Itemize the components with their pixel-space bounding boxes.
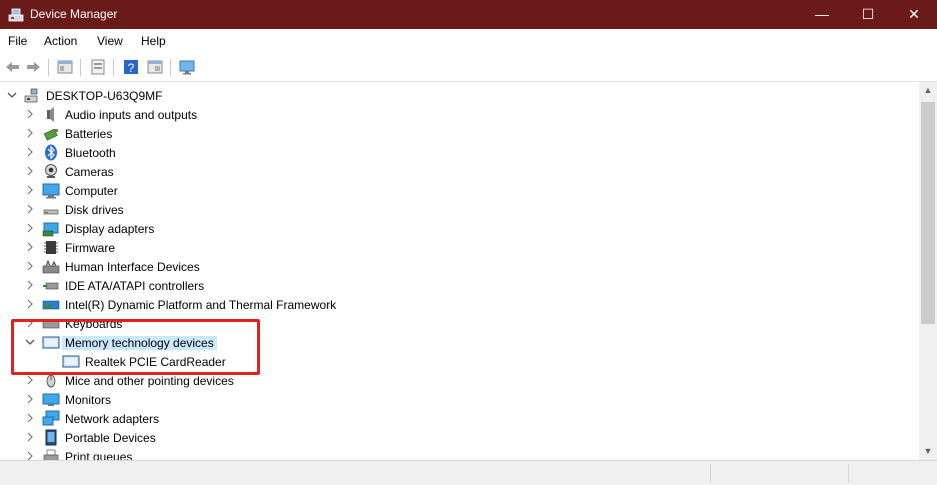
chevron-right-icon[interactable] [24,108,36,120]
chevron-right-icon[interactable] [24,127,36,139]
tree-item-hid[interactable]: Human Interface Devices [0,257,919,276]
network-adapter-icon [42,410,60,426]
device-manager-icon [8,8,24,22]
tree-item-network-adapters[interactable]: Network adapters [0,409,919,428]
monitor-icon[interactable] [178,58,196,76]
window-title: Device Manager [30,7,118,21]
scroll-down-arrow-icon[interactable]: ▼ [919,443,937,460]
display-adapter-icon [42,222,59,237]
minimize-button[interactable]: — [799,0,845,29]
firmware-icon [44,241,58,254]
tree-item-label: Network adapters [65,412,160,426]
title-bar: Device Manager — ☐ ✕ [0,0,937,29]
chevron-right-icon[interactable] [24,450,36,460]
status-divider [848,464,849,482]
menu-help[interactable]: Help [141,34,166,48]
toolbar: ? [0,54,937,82]
menu-bar: File Action View Help [0,29,937,54]
chevron-right-icon[interactable] [24,431,36,443]
computer-icon [42,183,60,199]
hid-icon [42,259,60,274]
chevron-right-icon[interactable] [24,279,36,291]
tree-item-label: Cameras [65,165,114,179]
tree-item-computer[interactable]: Computer [0,181,919,200]
vertical-scrollbar[interactable]: ▲ ▼ [919,82,937,460]
camera-icon [45,164,57,178]
tree-item-intel-thermal[interactable]: Intel(R) Dynamic Platform and Thermal Fr… [0,295,919,314]
battery-icon [43,128,58,141]
computer-root-icon [24,88,38,103]
menu-view[interactable]: View [97,34,123,48]
tree-item-label: Batteries [65,127,113,141]
chevron-right-icon[interactable] [24,146,36,158]
chevron-right-icon[interactable] [24,393,36,405]
chevron-right-icon[interactable] [24,241,36,253]
tree-item-label: Print queues [65,450,133,460]
tree-item-portable-devices[interactable]: Portable Devices [0,428,919,447]
tree-item-label: Firmware [65,241,115,255]
maximize-button[interactable]: ☐ [845,0,891,29]
tree-root[interactable]: DESKTOP-U63Q9MF [0,86,919,105]
scroll-up-arrow-icon[interactable]: ▲ [919,82,937,99]
device-tree: DESKTOP-U63Q9MF Audio inputs and outputs… [0,82,919,460]
tree-item-label: Monitors [65,393,112,407]
toolbar-separator [80,59,81,76]
toolbar-separator [48,59,49,76]
forward-arrow-icon[interactable] [24,58,42,76]
chevron-right-icon[interactable] [24,298,36,310]
tree-item-label: Intel(R) Dynamic Platform and Thermal Fr… [65,298,337,312]
menu-file[interactable]: File [8,34,27,48]
status-divider [710,464,711,482]
properties-icon[interactable] [56,58,74,76]
tree-item-label: Computer [65,184,118,198]
portable-device-icon [45,429,57,446]
tree-item-batteries[interactable]: Batteries [0,124,919,143]
tree-item-label: Bluetooth [65,146,116,160]
highlight-box [11,319,260,375]
tree-item-label: Portable Devices [65,431,156,445]
tree-item-label: Mice and other pointing devices [65,374,234,388]
update-driver-icon[interactable] [89,58,107,76]
svg-text:?: ? [128,61,135,75]
tree-item-bluetooth[interactable]: Bluetooth [0,143,919,162]
tree-item-firmware[interactable]: Firmware [0,238,919,257]
tree-item-disk-drives[interactable]: Disk drives [0,200,919,219]
chevron-right-icon[interactable] [24,222,36,234]
chevron-right-icon[interactable] [24,374,36,386]
printer-icon [43,449,59,460]
tree-item-label: Disk drives [65,203,124,217]
disk-drive-icon [43,209,59,215]
tree-item-label: Display adapters [65,222,155,236]
chevron-right-icon[interactable] [24,203,36,215]
bluetooth-icon [45,144,57,161]
toolbar-separator [170,59,171,76]
tree-item-print-queues[interactable]: Print queues [0,447,919,460]
tree-root-label: DESKTOP-U63Q9MF [46,89,163,103]
tree-item-monitors[interactable]: Monitors [0,390,919,409]
chevron-down-icon[interactable] [6,89,18,101]
close-button[interactable]: ✕ [891,0,937,29]
speaker-icon [47,107,54,122]
status-bar [0,460,937,485]
tree-item-audio[interactable]: Audio inputs and outputs [0,105,919,124]
tree-item-ide[interactable]: IDE ATA/ATAPI controllers [0,276,919,295]
chevron-right-icon[interactable] [24,184,36,196]
chevron-right-icon[interactable] [24,412,36,424]
tree-item-label: IDE ATA/ATAPI controllers [65,279,205,293]
menu-action[interactable]: Action [44,34,77,48]
back-arrow-icon[interactable] [4,58,22,76]
chevron-right-icon[interactable] [24,165,36,177]
help-icon[interactable]: ? [122,58,140,76]
scrollbar-thumb[interactable] [921,102,935,324]
ide-icon [43,282,59,290]
toolbar-separator [113,59,114,76]
chip-icon [42,300,60,310]
chevron-right-icon[interactable] [24,260,36,272]
show-hidden-icon[interactable] [146,58,164,76]
monitor-icon [42,393,60,406]
tree-item-label: Audio inputs and outputs [65,108,198,122]
tree-item-cameras[interactable]: Cameras [0,162,919,181]
tree-item-display-adapters[interactable]: Display adapters [0,219,919,238]
tree-item-label: Human Interface Devices [65,260,200,274]
